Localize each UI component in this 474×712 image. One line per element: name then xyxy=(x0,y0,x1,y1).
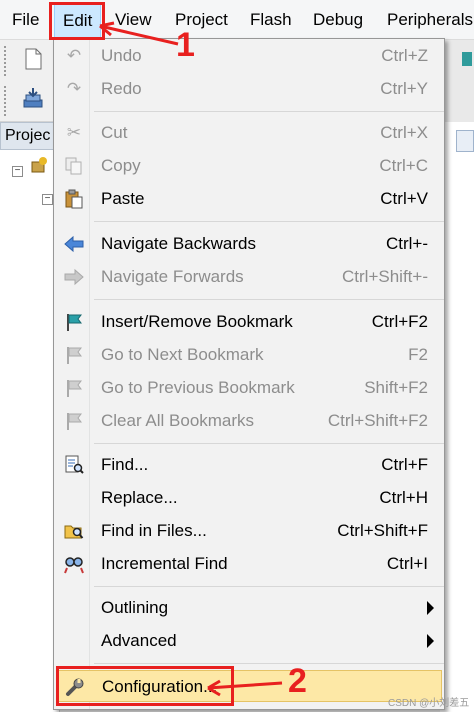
annotation-step-1: 1 xyxy=(176,26,195,64)
annotation-arrows xyxy=(99,21,283,697)
watermark: CSDN @小刘差五 xyxy=(388,698,470,709)
annotation-step-2: 2 xyxy=(288,662,307,700)
annotation-box-configuration xyxy=(56,666,234,706)
